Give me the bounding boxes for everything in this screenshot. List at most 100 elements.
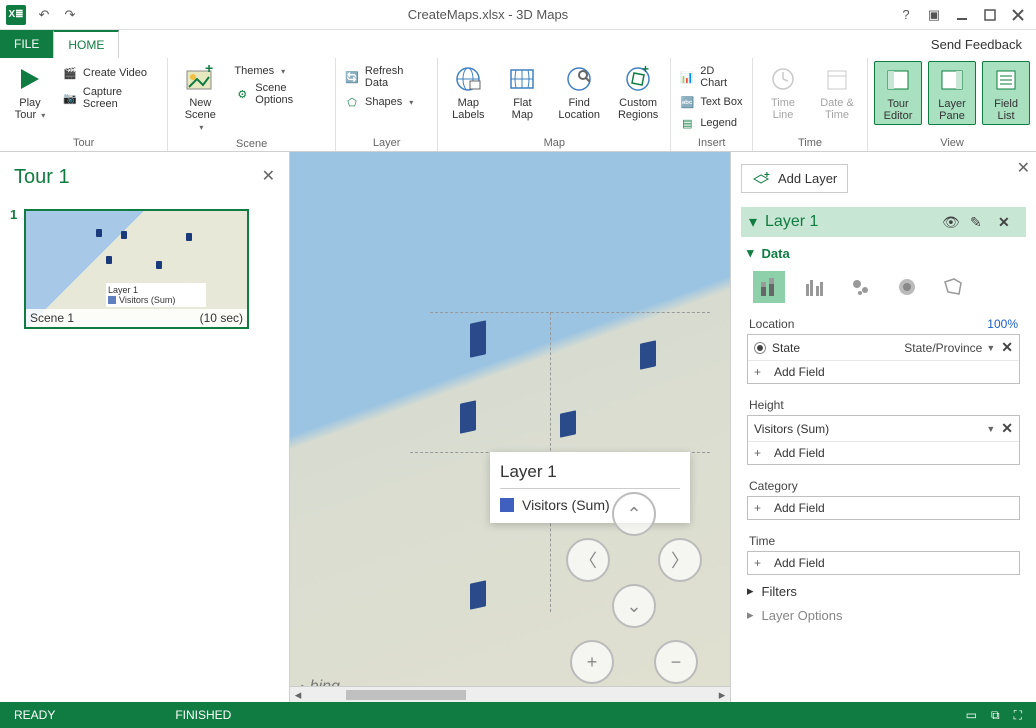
collapse-icon[interactable]: ▾ bbox=[749, 212, 757, 232]
legend-icon: ▤ bbox=[679, 115, 695, 131]
status-ready: READY bbox=[14, 708, 55, 722]
group-label-time: Time bbox=[759, 135, 861, 151]
time-line-button: Time Line bbox=[759, 61, 807, 123]
tour-editor-icon bbox=[882, 64, 914, 96]
zoom-in-button[interactable]: + bbox=[570, 640, 614, 684]
ribbon-options-button[interactable]: ▣ bbox=[926, 7, 942, 23]
nav-down-button[interactable]: ⌄ bbox=[612, 584, 656, 628]
add-layer-icon: + bbox=[752, 172, 770, 186]
add-layer-button[interactable]: + Add Layer bbox=[741, 164, 848, 193]
tab-strip: FILE HOME Send Feedback bbox=[0, 30, 1036, 58]
tour-title: Tour 1 bbox=[14, 166, 275, 189]
ribbon-group-map: Map Labels Flat Map Find Location +Custo… bbox=[438, 58, 671, 151]
viz-heatmap-icon[interactable] bbox=[891, 271, 923, 303]
capture-screen-button[interactable]: 📷Capture Screen bbox=[60, 85, 161, 111]
send-feedback-link[interactable]: Send Feedback bbox=[917, 30, 1036, 58]
viz-region-icon[interactable] bbox=[937, 271, 969, 303]
scroll-right-icon[interactable]: ▸ bbox=[714, 687, 730, 703]
title-bar: X≣ ↶ ↷ CreateMaps.xlsx - 3D Maps ? ▣ bbox=[0, 0, 1036, 30]
status-fullscreen-icon[interactable]: ⛶ bbox=[1014, 708, 1022, 723]
date-time-button: Date & Time bbox=[813, 61, 861, 123]
find-location-button[interactable]: Find Location bbox=[552, 61, 606, 123]
scene-item[interactable]: 1 Layer 1 Visitors (Sum) Scene 1 (10 sec… bbox=[14, 209, 275, 329]
layer-pane-button[interactable]: Layer Pane bbox=[928, 61, 976, 125]
themes-button[interactable]: Themes▾ bbox=[232, 64, 329, 78]
legend-item-label: Visitors (Sum) bbox=[522, 497, 610, 513]
plus-icon: + bbox=[754, 556, 768, 570]
nav-right-button[interactable]: 〉 bbox=[658, 538, 702, 582]
horizontal-scrollbar[interactable]: ◂ ▸ bbox=[290, 686, 730, 702]
legend-button[interactable]: ▤Legend bbox=[677, 114, 746, 132]
undo-button[interactable]: ↶ bbox=[36, 7, 52, 23]
location-add-field[interactable]: + Add Field bbox=[748, 361, 1019, 383]
zoom-out-button[interactable]: − bbox=[654, 640, 698, 684]
remove-field-icon[interactable]: ✕ bbox=[1001, 420, 1013, 437]
category-add-field[interactable]: + Add Field bbox=[748, 497, 1019, 519]
field-list-button[interactable]: Field List bbox=[982, 61, 1030, 125]
height-add-field[interactable]: + Add Field bbox=[748, 442, 1019, 464]
flat-map-button[interactable]: Flat Map bbox=[498, 61, 546, 123]
layer-options-section-header[interactable]: ▸Layer Options bbox=[747, 607, 1020, 623]
main-area: Tour 1 ✕ 1 Layer 1 Visitors (Sum) Scene … bbox=[0, 152, 1036, 702]
delete-layer-icon[interactable]: ✕ bbox=[998, 214, 1018, 231]
dropdown-icon[interactable]: ▼ bbox=[986, 343, 995, 353]
nav-left-button[interactable]: 〈 bbox=[566, 538, 610, 582]
time-add-field[interactable]: + Add Field bbox=[748, 552, 1019, 574]
scene-options-button[interactable]: ⚙Scene Options bbox=[232, 81, 329, 107]
viz-clustered-column-icon[interactable] bbox=[799, 271, 831, 303]
2d-chart-button[interactable]: 📊2D Chart bbox=[677, 64, 746, 90]
nav-up-button[interactable]: ⌃ bbox=[612, 492, 656, 536]
refresh-icon: 🔄 bbox=[344, 69, 360, 85]
create-video-button[interactable]: 🎬Create Video bbox=[60, 64, 161, 82]
tour-panel-close-icon[interactable]: ✕ bbox=[262, 166, 275, 186]
ribbon-group-view: Tour Editor Layer Pane Field List View bbox=[868, 58, 1036, 151]
video-icon: 🎬 bbox=[62, 65, 78, 81]
minimize-button[interactable] bbox=[954, 7, 970, 23]
tab-home[interactable]: HOME bbox=[53, 30, 119, 58]
plus-icon: + bbox=[754, 501, 768, 515]
map-labels-button[interactable]: Map Labels bbox=[444, 61, 492, 123]
radio-icon[interactable] bbox=[754, 342, 766, 354]
data-section-header[interactable]: ▾Data bbox=[747, 245, 1020, 261]
visibility-icon[interactable]: 👁 bbox=[942, 214, 962, 231]
remove-field-icon[interactable]: ✕ bbox=[1001, 339, 1013, 356]
viz-stacked-column-icon[interactable] bbox=[753, 271, 785, 303]
custom-regions-button[interactable]: +Custom Regions bbox=[612, 61, 664, 123]
shapes-button[interactable]: ⬠Shapes▾ bbox=[342, 93, 431, 111]
text-box-button[interactable]: 🔤Text Box bbox=[677, 93, 746, 111]
chart-icon: 📊 bbox=[679, 69, 695, 85]
status-view2-icon[interactable]: ⧉ bbox=[991, 708, 1000, 723]
tour-editor-panel: Tour 1 ✕ 1 Layer 1 Visitors (Sum) Scene … bbox=[0, 152, 290, 702]
group-label-insert: Insert bbox=[677, 135, 746, 151]
scroll-thumb[interactable] bbox=[346, 690, 466, 700]
map-view[interactable]: Layer 1 Visitors (Sum) ⌃ 〈 〉 ⌄ + − bing … bbox=[290, 152, 730, 702]
tour-editor-button[interactable]: Tour Editor bbox=[874, 61, 922, 125]
dropdown-icon[interactable]: ▼ bbox=[986, 424, 995, 434]
close-button[interactable] bbox=[1010, 7, 1026, 23]
viz-bubble-icon[interactable] bbox=[845, 271, 877, 303]
location-confidence[interactable]: 100% bbox=[987, 317, 1018, 331]
layer-header[interactable]: ▾ Layer 1 👁 ✎ ✕ bbox=[741, 207, 1026, 237]
scene-thumbnail[interactable]: Layer 1 Visitors (Sum) Scene 1 (10 sec) bbox=[24, 209, 249, 329]
new-scene-button[interactable]: + New Scene ▾ bbox=[174, 61, 226, 136]
redo-button[interactable]: ↷ bbox=[62, 7, 78, 23]
layer-pane-icon bbox=[936, 64, 968, 96]
map-legend[interactable]: Layer 1 Visitors (Sum) bbox=[490, 452, 690, 523]
gear-icon: ⚙ bbox=[234, 86, 250, 102]
layer-pane-close-icon[interactable]: ✕ bbox=[1017, 158, 1030, 178]
scroll-left-icon[interactable]: ◂ bbox=[290, 687, 306, 703]
datetime-icon bbox=[821, 63, 853, 95]
play-tour-button[interactable]: Play Tour ▾ bbox=[6, 61, 54, 124]
textbox-icon: 🔤 bbox=[679, 94, 695, 110]
height-field-row[interactable]: Visitors (Sum) ▼ ✕ bbox=[748, 416, 1019, 442]
tab-file[interactable]: FILE bbox=[0, 30, 53, 58]
refresh-data-button[interactable]: 🔄Refresh Data bbox=[342, 64, 431, 90]
status-view1-icon[interactable]: ▭ bbox=[966, 708, 977, 723]
location-field-row[interactable]: State State/Province ▼ ✕ bbox=[748, 335, 1019, 361]
plus-icon: + bbox=[754, 446, 768, 460]
group-label-view: View bbox=[874, 135, 1030, 151]
maximize-button[interactable] bbox=[982, 7, 998, 23]
help-button[interactable]: ? bbox=[898, 7, 914, 23]
rename-icon[interactable]: ✎ bbox=[970, 214, 990, 231]
filters-section-header[interactable]: ▸Filters bbox=[747, 583, 1020, 599]
